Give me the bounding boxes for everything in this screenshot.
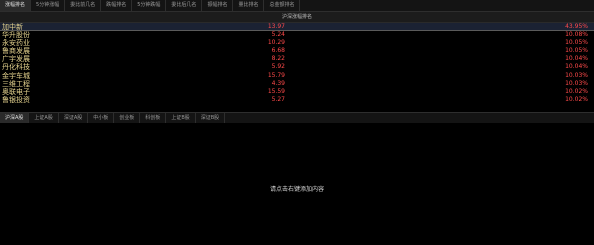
stock-change-pct: 10.02%	[565, 87, 588, 95]
stock-change-pct: 10.05%	[565, 39, 588, 47]
table-row[interactable]: 鲁银投资 5.27 10.02%	[0, 96, 594, 104]
tab-total-amount-rank[interactable]: 总金额排名	[264, 0, 301, 11]
tab-bid-ratio-bottom[interactable]: 委比后几名	[166, 0, 203, 11]
stock-price: 15.59	[267, 87, 285, 95]
table-row[interactable]: 奥联电子 15.59 10.02%	[0, 88, 594, 96]
empty-state-message: 请点击右键添加内容	[269, 186, 324, 193]
stock-price: 4.39	[271, 79, 285, 87]
stock-price: 10.29	[267, 39, 285, 47]
stock-change-pct: 10.03%	[565, 79, 588, 87]
stock-change-pct: 10.05%	[565, 47, 588, 55]
tab-amplitude-rank[interactable]: 振幅排名	[202, 0, 234, 11]
table-row[interactable]: 三维工程 4.39 10.03%	[0, 80, 594, 88]
stock-name: 加中新	[2, 23, 23, 31]
table-row[interactable]: 加中新 13.97 43.95%	[0, 23, 594, 32]
panel-title: 沪深涨幅排名	[0, 12, 594, 23]
table-row[interactable]: 永安药业 10.29 10.05%	[0, 39, 594, 47]
stock-price: 6.68	[271, 47, 285, 55]
tab-loss-rank[interactable]: 跌幅排名	[101, 0, 133, 11]
tab-sz-a-shares[interactable]: 深证A股	[59, 113, 89, 123]
tab-hs-a-shares[interactable]: 沪深A股	[0, 113, 30, 123]
tab-chinext[interactable]: 创业板	[114, 113, 141, 123]
stock-price: 5.24	[271, 31, 285, 39]
stock-change-pct: 10.02%	[565, 95, 588, 103]
stock-price: 15.79	[267, 71, 285, 79]
table-row[interactable]: 鲁商发展 6.68 10.05%	[0, 47, 594, 55]
table-row[interactable]: 丹化科技 5.92 10.04%	[0, 63, 594, 71]
stock-name: 金宇车城	[2, 71, 30, 80]
tab-bid-ratio-top[interactable]: 委比前几名	[65, 0, 102, 11]
tab-sme-board[interactable]: 中小板	[88, 113, 115, 123]
tab-star-market[interactable]: 科创板	[140, 113, 167, 123]
stock-change-pct: 10.08%	[565, 31, 588, 39]
stock-price: 5.92	[271, 63, 285, 71]
empty-content-area[interactable]: 请点击右键添加内容	[0, 123, 594, 245]
tab-gain-rank[interactable]: 涨幅排名	[0, 0, 32, 11]
table-row[interactable]: 华升股份 5.24 10.08%	[0, 31, 594, 39]
stock-price: 5.27	[271, 95, 285, 103]
stock-name: 丹化科技	[2, 63, 30, 72]
stock-price: 8.22	[271, 55, 285, 63]
table-row[interactable]: 金宇车城 15.79 10.03%	[0, 72, 594, 80]
stock-change-pct: 43.95%	[565, 23, 588, 30]
tab-sh-a-shares[interactable]: 上证A股	[29, 113, 59, 123]
stock-name: 华升股份	[2, 31, 30, 40]
ranking-table: 加中新 13.97 43.95% 华升股份 5.24 10.08% 永安药业 1…	[0, 23, 594, 104]
stock-name: 鲁银投资	[2, 95, 30, 104]
tab-5min-loss[interactable]: 5分钟跌幅	[132, 0, 167, 11]
ranking-type-tabs: 涨幅排名 5分钟涨幅 委比前几名 跌幅排名 5分钟跌幅 委比后几名 振幅排名 量…	[0, 0, 594, 12]
stock-change-pct: 10.04%	[565, 55, 588, 63]
tab-volume-ratio-rank[interactable]: 量比排名	[233, 0, 265, 11]
tab-5min-gain[interactable]: 5分钟涨幅	[31, 0, 66, 11]
stock-change-pct: 10.03%	[565, 71, 588, 79]
stock-name: 三维工程	[2, 79, 30, 88]
stock-change-pct: 10.04%	[565, 63, 588, 71]
table-row[interactable]: 广宇发展 8.22 10.04%	[0, 55, 594, 63]
stock-price: 13.97	[267, 23, 285, 30]
tab-sh-b-shares[interactable]: 上证B股	[166, 113, 196, 123]
stock-name: 奥联电子	[2, 87, 30, 96]
tab-sz-b-shares[interactable]: 深证B股	[196, 113, 226, 123]
